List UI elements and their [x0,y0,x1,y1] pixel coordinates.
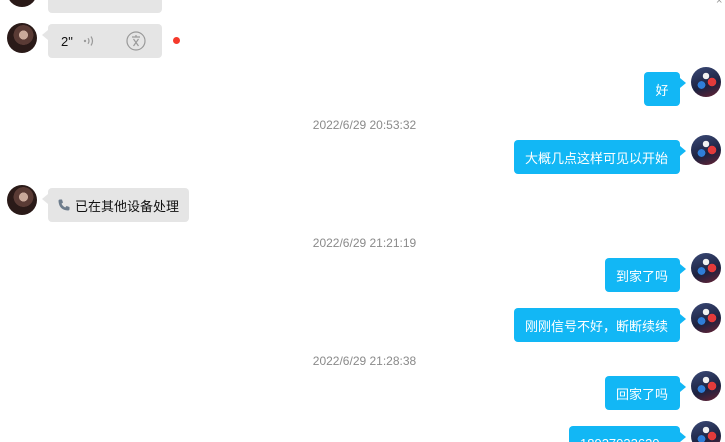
message-timestamp: 2022/6/29 21:21:19 [312,236,417,250]
message-text: 刚刚信号不好，断断续续 [525,318,669,334]
call-notice-bubble[interactable]: 已在其他设备处理 [42,188,189,222]
outgoing-message-bubble[interactable]: 大概几点这样可见以开始 [514,140,686,174]
my-avatar[interactable] [691,253,721,283]
sound-wave-icon [83,35,95,47]
my-avatar[interactable] [691,371,721,401]
chat-message-list[interactable]: × 2" 好 2022/6/29 20:53:32 大概几点这样可见以开始 已在… [0,0,725,442]
voice-duration: 2" [61,33,73,49]
my-avatar[interactable] [691,421,721,442]
message-timestamp: 2022/6/29 20:53:32 [312,118,417,132]
voice-message-bubble[interactable]: 2" [42,24,162,58]
outgoing-message-bubble[interactable]: 到家了吗 [605,258,686,292]
unread-dot [173,37,180,44]
my-avatar[interactable] [691,135,721,165]
message-timestamp: 2022/6/29 21:28:38 [312,354,417,368]
message-text: 好 [655,82,669,98]
outgoing-message-bubble[interactable]: 18927032630 [569,426,686,442]
contact-avatar[interactable] [7,23,37,53]
contact-avatar[interactable] [7,185,37,215]
message-text: 回家了吗 [616,386,669,402]
voice-message-bubble[interactable] [48,0,162,13]
outgoing-message-bubble[interactable]: 好 [644,72,686,106]
message-text: 大概几点这样可见以开始 [525,150,669,166]
phone-icon [57,198,71,212]
my-avatar[interactable] [691,303,721,333]
speech-to-text-icon[interactable] [125,30,147,55]
outgoing-message-bubble[interactable]: 回家了吗 [605,376,686,410]
close-icon[interactable]: × [716,0,722,7]
message-text: 到家了吗 [616,268,669,284]
my-avatar[interactable] [691,67,721,97]
outgoing-message-bubble[interactable]: 刚刚信号不好，断断续续 [514,308,686,342]
message-text: 已在其他设备处理 [75,198,180,214]
contact-avatar[interactable] [7,0,37,7]
message-text: 18927032630 [580,436,660,442]
